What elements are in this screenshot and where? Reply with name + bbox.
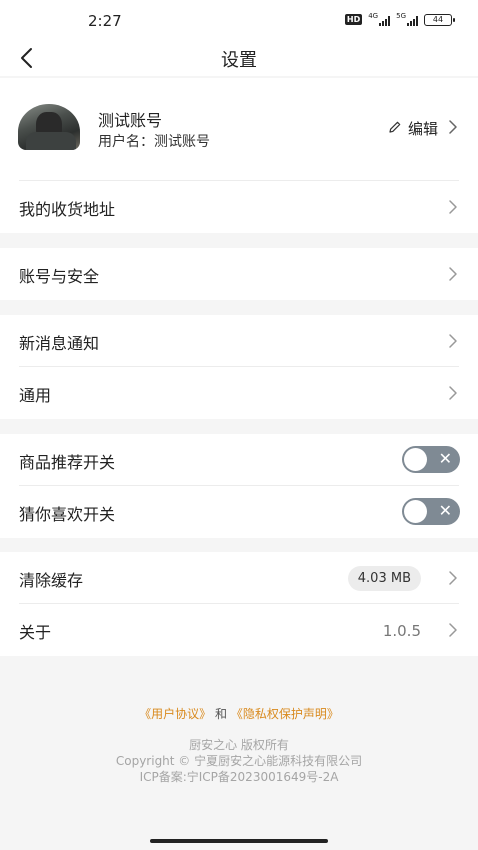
- about-label: 关于: [19, 623, 52, 642]
- cache-size-badge: 4.03 MB: [347, 566, 421, 591]
- nav-bar: 设置: [0, 40, 478, 76]
- page-title: 设置: [221, 50, 257, 71]
- toggle-knob: [404, 500, 427, 523]
- chevron-right-icon: [448, 119, 458, 139]
- profile-username: 用户名：测试账号: [98, 134, 210, 150]
- privacy-policy-link[interactable]: 《隐私权保护声明》: [231, 707, 339, 721]
- chevron-right-icon: [448, 570, 458, 586]
- general-label: 通用: [19, 386, 52, 405]
- recommend-toggle[interactable]: ✕: [402, 446, 460, 473]
- address-label: 我的收货地址: [19, 200, 116, 219]
- hd-badge: HD: [344, 14, 363, 25]
- toggle-knob: [404, 448, 427, 471]
- and-text: 和: [214, 707, 227, 721]
- chevron-right-icon: [448, 333, 458, 349]
- recommend-switch-label: 商品推荐开关: [19, 453, 116, 472]
- battery-icon: 44: [424, 13, 455, 26]
- avatar[interactable]: [18, 104, 80, 150]
- pencil-icon: [388, 119, 402, 138]
- account-security-row[interactable]: 账号与安全: [0, 248, 478, 300]
- notifications-label: 新消息通知: [19, 334, 100, 353]
- status-time: 2:27: [88, 12, 122, 30]
- home-indicator: [150, 839, 328, 843]
- icp-record: ICP备案:宁ICP备2023001649号-2A: [139, 770, 339, 784]
- user-agreement-link[interactable]: 《用户协议》: [139, 707, 211, 721]
- guess-like-switch-label: 猜你喜欢开关: [19, 505, 116, 524]
- copyright-line-1: 厨安之心 版权所有: [189, 738, 289, 752]
- version-value: 1.0.5: [382, 622, 421, 640]
- toggle-off-icon: ✕: [438, 449, 452, 468]
- network-type-2: 5G: [396, 12, 406, 20]
- signal-5g-icon: 5G: [396, 13, 418, 26]
- status-icons: HD 4G 5G 44: [344, 12, 455, 26]
- agreement-links: 《用户协议》 和 《隐私权保护声明》: [0, 705, 478, 722]
- chevron-right-icon: [448, 385, 458, 401]
- status-bar: 2:27 HD 4G 5G 44: [0, 0, 478, 40]
- account-security-label: 账号与安全: [19, 267, 100, 286]
- chevron-right-icon: [448, 266, 458, 282]
- signal-4g-icon: 4G: [368, 12, 391, 26]
- copyright-line-2: Copyright © 宁夏厨安之心能源科技有限公司: [115, 754, 363, 768]
- toggle-off-icon: ✕: [438, 501, 452, 520]
- edit-profile-button[interactable]: 编辑: [388, 118, 458, 139]
- chevron-right-icon: [448, 622, 458, 638]
- general-row[interactable]: 通用: [0, 367, 478, 419]
- address-row[interactable]: 我的收货地址: [0, 181, 478, 233]
- guess-like-toggle[interactable]: ✕: [402, 498, 460, 525]
- profile-nickname: 测试账号: [98, 111, 163, 130]
- chevron-right-icon: [448, 199, 458, 215]
- network-type-1: 4G: [368, 12, 379, 20]
- notifications-row[interactable]: 新消息通知: [0, 315, 478, 367]
- edit-label: 编辑: [407, 120, 438, 138]
- clear-cache-label: 清除缓存: [19, 571, 84, 590]
